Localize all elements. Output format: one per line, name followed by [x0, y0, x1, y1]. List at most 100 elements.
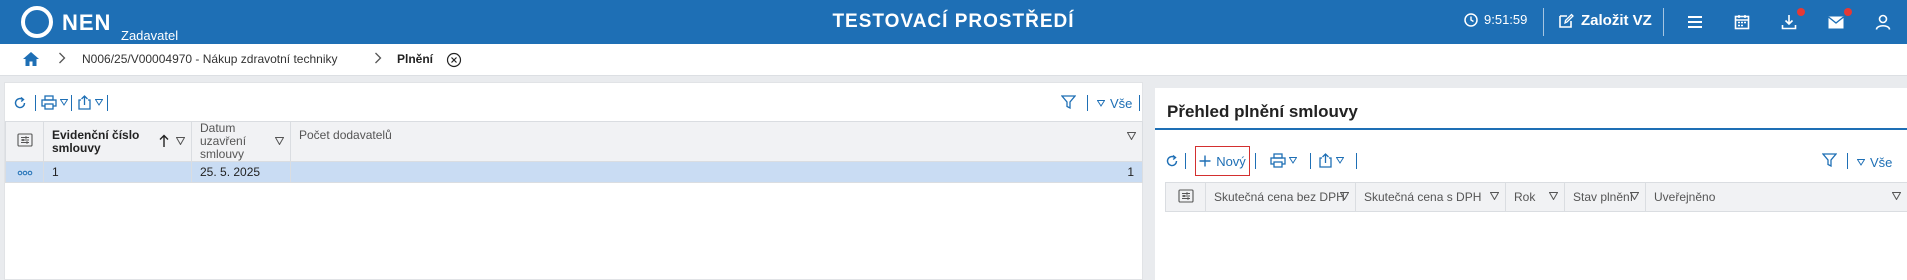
session-clock: 9:51:59 [1464, 12, 1527, 27]
column-header-date[interactable]: Datum uzavření smlouvy [191, 121, 291, 162]
refresh-button[interactable] [1165, 154, 1179, 168]
filter-all-select[interactable]: Vše [1857, 155, 1892, 170]
column-header-label: Stav plnění [1573, 190, 1634, 204]
chevron-down-icon [1336, 157, 1344, 164]
refresh-icon [1166, 154, 1178, 167]
table-header-row: Skutečná cena bez DPH Skutečná cena s DP… [1165, 182, 1907, 212]
column-header-supplier-count[interactable]: Počet dodavatelů [290, 121, 1143, 162]
home-icon[interactable] [22, 51, 40, 67]
breadcrumb-current: Plnění [397, 52, 434, 66]
share-icon [78, 95, 91, 110]
refresh-button[interactable] [13, 96, 27, 110]
toolbar-divider [1185, 153, 1186, 169]
toolbar-divider [107, 95, 108, 111]
user-role: Zadavatel [121, 28, 179, 43]
column-filter-icon[interactable] [1127, 131, 1136, 140]
toolbar-divider [1356, 153, 1357, 169]
header-divider [1543, 8, 1544, 36]
environment-title: TESTOVACÍ PROSTŘEDÍ [832, 11, 1075, 32]
toolbar-divider [1139, 95, 1140, 111]
clock-time: 9:51:59 [1484, 12, 1528, 27]
export-button[interactable] [77, 95, 103, 110]
close-circle-icon[interactable] [446, 52, 462, 68]
messages-button[interactable] [1825, 8, 1852, 33]
brand-name[interactable]: NEN [62, 10, 111, 36]
print-icon [1270, 153, 1286, 168]
column-filter-icon[interactable] [1549, 192, 1558, 200]
column-filter-icon[interactable] [1892, 192, 1901, 200]
column-header-contract-number[interactable]: Evidenční číslo smlouvy [43, 121, 192, 162]
toolbar-divider [1255, 153, 1256, 169]
plus-icon [1199, 155, 1211, 167]
more-options-icon [17, 170, 32, 176]
chevron-down-icon [1857, 159, 1865, 166]
column-header-year[interactable]: Rok [1505, 182, 1565, 212]
cell-contract-date: 25. 5. 2025 [191, 161, 291, 183]
cell-supplier-count: 1 [290, 161, 1143, 183]
table-row[interactable]: 1 25. 5. 2025 1 [5, 161, 1143, 183]
fulfillment-panel: Přehled plnění smlouvy Nový Vše Skutečná… [1155, 88, 1907, 280]
user-button[interactable] [1872, 11, 1894, 33]
sort-ascending-icon[interactable] [159, 134, 169, 148]
column-settings-icon [16, 133, 33, 147]
column-header-fulfillment-state[interactable]: Stav plnění [1564, 182, 1646, 212]
column-header-label: Datum uzavření smlouvy [200, 121, 247, 161]
notification-dot [1844, 8, 1852, 16]
create-tender-label: Založit VZ [1581, 12, 1652, 29]
breadcrumb: N006/25/V00004970 - Nákup zdravotní tech… [0, 44, 1907, 76]
menu-button[interactable] [1684, 11, 1706, 33]
column-settings-icon [1177, 188, 1194, 203]
column-filter-icon[interactable] [1490, 192, 1499, 200]
chevron-down-icon [1289, 157, 1297, 164]
filter-all-select[interactable]: Vše [1097, 96, 1132, 111]
export-button[interactable] [1318, 153, 1344, 168]
chevron-right-icon [58, 52, 66, 67]
section-title: Přehled plnění smlouvy [1167, 102, 1358, 121]
cell-contract-number: 1 [43, 161, 192, 183]
filter-all-label: Vše [1870, 155, 1893, 170]
column-filter-icon[interactable] [275, 136, 284, 145]
downloads-button[interactable] [1778, 8, 1805, 33]
column-filter-icon[interactable] [1630, 192, 1639, 200]
filter-button[interactable] [1822, 153, 1837, 167]
menu-icon [1688, 16, 1702, 28]
print-icon [41, 95, 57, 110]
share-icon [1319, 153, 1332, 168]
new-record-label: Nový [1216, 153, 1246, 169]
column-header-price-without-vat[interactable]: Skutečná cena bez DPH [1205, 182, 1356, 212]
calendar-button[interactable] [1731, 11, 1753, 33]
user-icon [1875, 14, 1891, 30]
notification-dot [1797, 8, 1805, 16]
header-divider [1663, 8, 1664, 36]
contracts-panel: Vše Evidenční číslo smlouvy Datum uzavře [4, 82, 1143, 280]
column-settings-button[interactable] [5, 121, 44, 162]
new-record-button[interactable]: Nový [1195, 146, 1250, 176]
row-actions-button[interactable] [5, 161, 44, 183]
table-header-row: Evidenční číslo smlouvy Datum uzavření s… [5, 121, 1143, 162]
filter-all-label: Vše [1110, 96, 1133, 111]
column-header-label: Skutečná cena bez DPH [1214, 190, 1345, 204]
nen-logo-icon[interactable] [20, 5, 54, 39]
print-button[interactable] [41, 95, 68, 110]
toolbar-divider [71, 95, 72, 111]
column-header-label: Počet dodavatelů [299, 127, 392, 142]
column-settings-button[interactable] [1165, 182, 1206, 212]
chevron-right-icon [374, 52, 382, 67]
column-filter-icon[interactable] [1340, 192, 1349, 200]
column-filter-icon[interactable] [176, 136, 185, 145]
column-header-published[interactable]: Uveřejněno [1645, 182, 1907, 212]
breadcrumb-tender-link[interactable]: N006/25/V00004970 - Nákup zdravotní tech… [82, 52, 338, 66]
filter-button[interactable] [1061, 95, 1076, 109]
refresh-icon [14, 96, 26, 109]
calendar-icon [1734, 15, 1750, 30]
mail-icon [1828, 15, 1844, 28]
contracts-table: Evidenční číslo smlouvy Datum uzavření s… [5, 121, 1143, 183]
print-button[interactable] [1270, 153, 1297, 168]
create-tender-button[interactable]: Založit VZ [1558, 12, 1652, 29]
toolbar-divider [1847, 153, 1848, 169]
clock-icon [1464, 12, 1478, 27]
column-header-price-with-vat[interactable]: Skutečná cena s DPH [1355, 182, 1506, 212]
chevron-down-icon [60, 99, 68, 106]
title-underline [1155, 128, 1907, 130]
chevron-down-icon [95, 99, 103, 106]
